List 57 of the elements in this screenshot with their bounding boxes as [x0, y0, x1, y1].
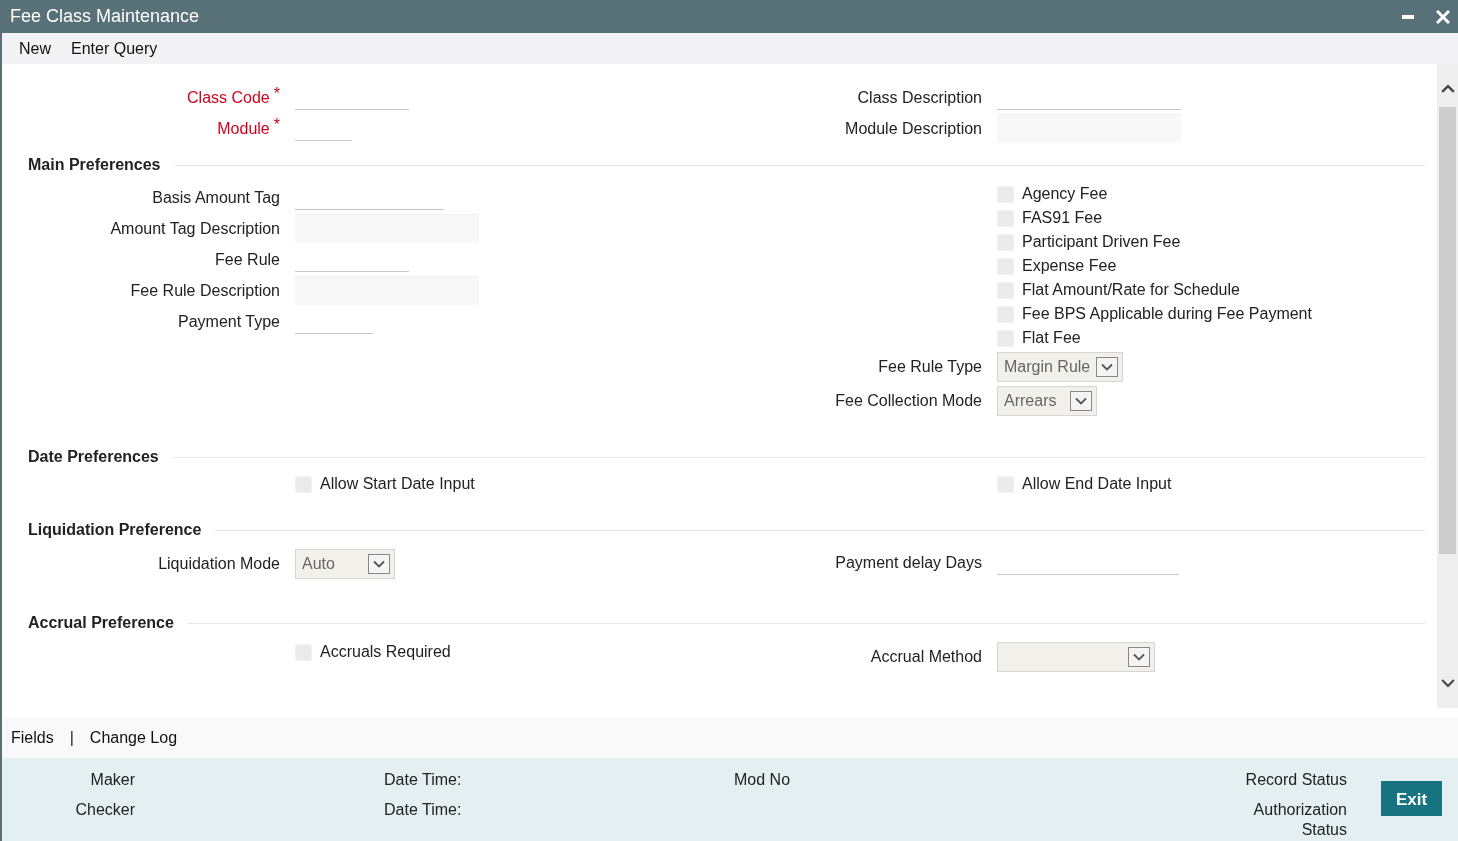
checkbox-label: Fee BPS Applicable during Fee Payment: [1022, 304, 1312, 324]
scroll-up-icon[interactable]: [1440, 84, 1455, 94]
exit-button[interactable]: Exit: [1381, 781, 1442, 816]
field-label: Fee Rule Type: [878, 357, 982, 377]
audit-label: Record Status: [1244, 770, 1347, 790]
toolbar-button[interactable]: Enter Query: [61, 34, 168, 63]
field-label: Amount Tag Description: [110, 218, 280, 239]
section-title: Main Preferences: [28, 155, 161, 175]
chevron-icon: [1133, 653, 1145, 661]
audit-label: Mod No: [734, 770, 792, 790]
minimize-icon[interactable]: [1402, 14, 1414, 19]
checkbox-label: Agency Fee: [1022, 184, 1108, 204]
checkbox-label: Allow Start Date Input: [320, 474, 475, 494]
audit-label: Date Time:: [384, 770, 463, 790]
close-icon[interactable]: [1436, 9, 1450, 24]
field-label: Class Description: [857, 87, 982, 108]
dropdown[interactable]: Margin Rule: [997, 352, 1124, 382]
audit-label: Maker: [89, 770, 135, 790]
dropdown[interactable]: Auto: [295, 549, 395, 579]
field-label: Module: [217, 118, 270, 139]
checkbox-label: Participant Driven Fee: [1022, 232, 1181, 252]
field-label: Class Code: [187, 87, 270, 108]
checkbox-label: Flat Amount/Rate for Schedule: [1022, 280, 1240, 300]
toolbar-button[interactable]: New: [9, 34, 61, 63]
field-label: Liquidation Mode: [158, 554, 280, 574]
checkbox-label: Expense Fee: [1022, 256, 1117, 276]
chevron-icon: [373, 560, 385, 568]
field-label: Module Description: [845, 118, 982, 139]
checkbox-label: Accruals Required: [320, 642, 451, 662]
window-title: Fee Class Maintenance: [10, 5, 200, 28]
checkbox-label: Flat Fee: [1022, 328, 1081, 348]
field-label: Fee Rule: [215, 249, 280, 270]
scrollbar-thumb[interactable]: [1439, 107, 1456, 554]
checkbox-label: Allow End Date Input: [1022, 474, 1172, 494]
separator-text: |: [69, 728, 74, 748]
required-mark: *: [273, 114, 280, 135]
footer-link[interactable]: Change Log: [89, 726, 178, 750]
required-mark: *: [273, 83, 280, 104]
checkbox-label: FAS91 Fee: [1022, 208, 1103, 228]
dropdown[interactable]: [997, 642, 1155, 672]
scroll-down-icon[interactable]: [1440, 678, 1455, 688]
field-label: Payment delay Days: [835, 552, 982, 573]
field-label: Fee Rule Description: [130, 280, 280, 301]
chevron-icon: [1075, 397, 1087, 405]
section-title: Accrual Preference: [28, 613, 174, 633]
field-label: Payment Type: [178, 311, 280, 332]
field-label: Accrual Method: [870, 647, 982, 667]
chevron-icon: [1101, 363, 1114, 371]
footer-link[interactable]: Fields: [11, 726, 54, 750]
section-title: Liquidation Preference: [28, 520, 202, 540]
field-label: Basis Amount Tag: [152, 187, 280, 208]
audit-label: Date Time:: [384, 800, 463, 820]
audit-label: Checker: [74, 800, 135, 820]
section-title: Date Preferences: [28, 447, 159, 467]
dropdown[interactable]: Arrears: [997, 386, 1097, 416]
audit-label: Authorization Status: [1252, 800, 1347, 840]
field-label: Fee Collection Mode: [835, 391, 982, 411]
